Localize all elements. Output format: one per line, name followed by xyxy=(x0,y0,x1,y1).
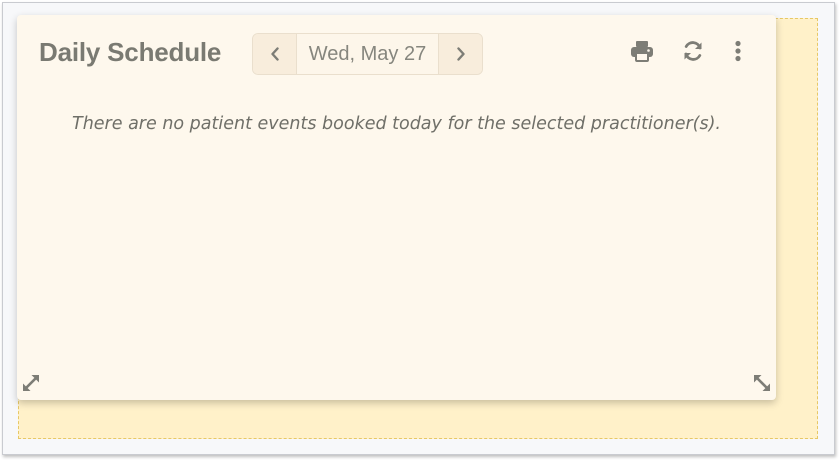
resize-handle-bottom-left[interactable] xyxy=(20,374,42,396)
refresh-button[interactable] xyxy=(679,39,707,67)
print-button[interactable] xyxy=(628,39,656,67)
more-options-button[interactable] xyxy=(724,39,752,67)
refresh-icon xyxy=(682,40,704,67)
more-vertical-icon xyxy=(734,40,742,67)
next-day-button[interactable] xyxy=(439,34,482,74)
date-navigator: Wed, May 27 xyxy=(252,33,483,75)
resize-handle-bottom-right[interactable] xyxy=(751,374,773,396)
empty-schedule-message: There are no patient events booked today… xyxy=(72,114,721,134)
chevron-left-icon xyxy=(270,47,280,61)
resize-diagonal-icon xyxy=(752,373,772,398)
current-date-label[interactable]: Wed, May 27 xyxy=(296,34,439,74)
daily-schedule-widget: Daily Schedule Wed, May 27 There are no … xyxy=(17,15,776,400)
previous-day-button[interactable] xyxy=(253,34,296,74)
widget-title: Daily Schedule xyxy=(39,37,222,67)
resize-diagonal-icon xyxy=(21,373,41,398)
chevron-right-icon xyxy=(456,47,466,61)
print-icon xyxy=(630,40,654,67)
